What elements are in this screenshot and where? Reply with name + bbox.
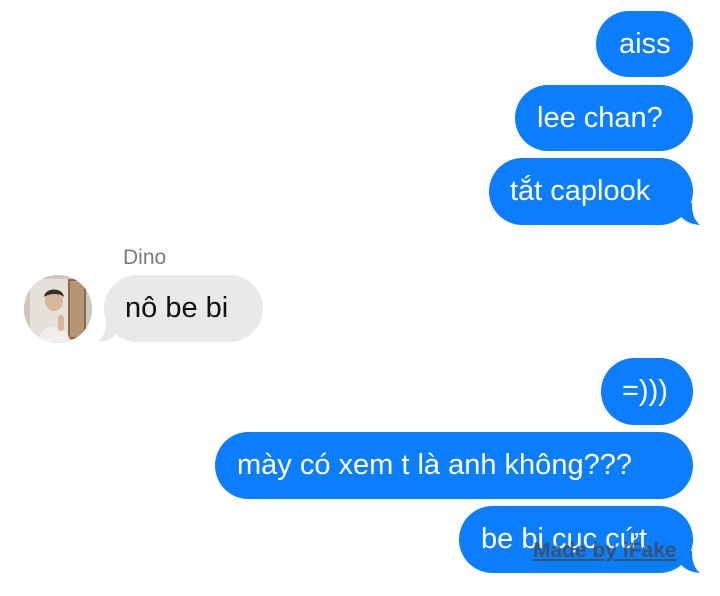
watermark: Made by iFake: [533, 539, 677, 562]
message-bubble-outgoing[interactable]: =))): [601, 358, 693, 425]
message-bubble-incoming[interactable]: nô be bi: [104, 275, 263, 342]
message-text: =))): [622, 375, 668, 407]
contact-avatar[interactable]: [24, 275, 92, 343]
message-bubble-outgoing[interactable]: aiss: [596, 11, 693, 77]
message-text: mày có xem t là anh không???: [237, 449, 632, 481]
bubble-tail: [678, 551, 700, 573]
message-bubble-outgoing[interactable]: tắt caplook: [489, 158, 693, 225]
message-bubble-outgoing[interactable]: lee chan?: [515, 85, 693, 151]
message-text: lee chan?: [537, 101, 663, 134]
message-text: tắt caplook: [510, 175, 651, 207]
bubble-tail: [678, 203, 700, 225]
message-text: aiss: [619, 27, 671, 60]
sender-name: Dino: [123, 246, 167, 269]
profile-photo-icon: [24, 275, 92, 343]
message-bubble-outgoing[interactable]: mày có xem t là anh không???: [215, 432, 693, 499]
message-text: nô be bi: [125, 292, 229, 324]
